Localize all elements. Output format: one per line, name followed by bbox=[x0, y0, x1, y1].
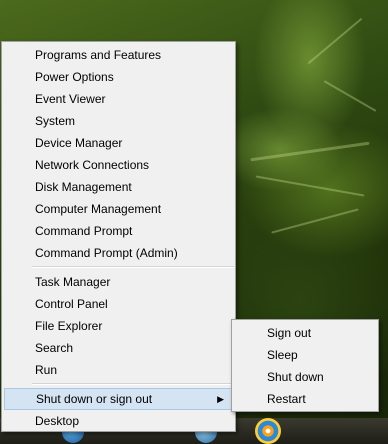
menu-item-file-explorer[interactable]: File Explorer bbox=[4, 315, 233, 337]
menu-separator bbox=[32, 266, 234, 268]
winx-context-menu: Programs and Features Power Options Even… bbox=[1, 41, 236, 432]
shutdown-submenu: Sign out Sleep Shut down Restart bbox=[231, 319, 379, 412]
menu-item-command-prompt-admin[interactable]: Command Prompt (Admin) bbox=[4, 242, 233, 264]
menu-item-computer-management[interactable]: Computer Management bbox=[4, 198, 233, 220]
menu-item-command-prompt[interactable]: Command Prompt bbox=[4, 220, 233, 242]
menu-separator bbox=[32, 383, 234, 385]
menu-item-control-panel[interactable]: Control Panel bbox=[4, 293, 233, 315]
menu-item-shut-down-or-sign-out[interactable]: Shut down or sign out ▶ bbox=[4, 388, 233, 410]
submenu-item-shut-down[interactable]: Shut down bbox=[234, 366, 376, 388]
menu-item-run[interactable]: Run bbox=[4, 359, 233, 381]
menu-item-device-manager[interactable]: Device Manager bbox=[4, 132, 233, 154]
submenu-item-sign-out[interactable]: Sign out bbox=[234, 322, 376, 344]
menu-item-system[interactable]: System bbox=[4, 110, 233, 132]
menu-item-network-connections[interactable]: Network Connections bbox=[4, 154, 233, 176]
submenu-item-restart[interactable]: Restart bbox=[234, 388, 376, 410]
chevron-right-icon: ▶ bbox=[217, 394, 224, 404]
taskbar-app-icon[interactable] bbox=[255, 418, 281, 444]
menu-item-disk-management[interactable]: Disk Management bbox=[4, 176, 233, 198]
menu-item-power-options[interactable]: Power Options bbox=[4, 66, 233, 88]
submenu-item-sleep[interactable]: Sleep bbox=[234, 344, 376, 366]
menu-item-desktop[interactable]: Desktop bbox=[4, 410, 233, 432]
menu-item-programs-and-features[interactable]: Programs and Features bbox=[4, 44, 233, 66]
menu-item-task-manager[interactable]: Task Manager bbox=[4, 271, 233, 293]
menu-item-search[interactable]: Search bbox=[4, 337, 233, 359]
menu-item-label: Shut down or sign out bbox=[36, 392, 153, 406]
menu-item-event-viewer[interactable]: Event Viewer bbox=[4, 88, 233, 110]
